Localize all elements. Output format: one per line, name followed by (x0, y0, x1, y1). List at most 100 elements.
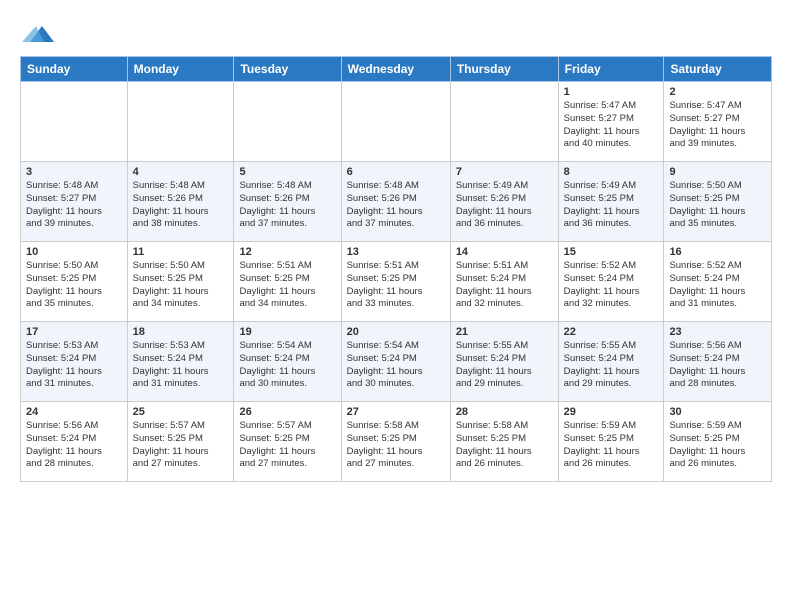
calendar-cell: 1 Sunrise: 5:47 AM Sunset: 5:27 PM Daylig… (558, 82, 664, 162)
calendar-cell: 9 Sunrise: 5:50 AM Sunset: 5:25 PM Daylig… (664, 162, 772, 242)
day-info: Sunrise: 5:48 AM Sunset: 5:26 PM Dayligh… (239, 180, 335, 231)
calendar-cell: 14 Sunrise: 5:51 AM Sunset: 5:24 PM Dayli… (450, 242, 558, 322)
day-info: Sunrise: 5:50 AM Sunset: 5:25 PM Dayligh… (26, 260, 122, 311)
calendar-cell: 15 Sunrise: 5:52 AM Sunset: 5:24 PM Dayli… (558, 242, 664, 322)
day-number: 1 (564, 86, 659, 98)
weekday-header: Tuesday (234, 57, 341, 82)
day-number: 18 (133, 326, 229, 338)
day-number: 4 (133, 166, 229, 178)
day-number: 9 (669, 166, 766, 178)
calendar-cell: 23 Sunrise: 5:56 AM Sunset: 5:24 PM Dayli… (664, 322, 772, 402)
calendar-cell: 30 Sunrise: 5:59 AM Sunset: 5:25 PM Dayli… (664, 402, 772, 482)
calendar-cell: 11Sunrise: 5:50 AM Sunset: 5:25 PM Dayli… (127, 242, 234, 322)
day-info: Sunrise: 5:48 AM Sunset: 5:27 PM Dayligh… (26, 180, 122, 231)
day-number: 25 (133, 406, 229, 418)
calendar-cell: 3 Sunrise: 5:48 AM Sunset: 5:27 PM Daylig… (21, 162, 128, 242)
day-info: Sunrise: 5:51 AM Sunset: 5:25 PM Dayligh… (239, 260, 335, 311)
day-info: Sunrise: 5:47 AM Sunset: 5:27 PM Dayligh… (669, 100, 766, 151)
day-number: 21 (456, 326, 553, 338)
calendar-cell: 10 Sunrise: 5:50 AM Sunset: 5:25 PM Dayli… (21, 242, 128, 322)
header (20, 16, 772, 48)
day-info: Sunrise: 5:50 AM Sunset: 5:25 PM Dayligh… (669, 180, 766, 231)
calendar-cell: 29Sunrise: 5:59 AM Sunset: 5:25 PM Dayli… (558, 402, 664, 482)
day-number: 30 (669, 406, 766, 418)
calendar-cell: 6Sunrise: 5:48 AM Sunset: 5:26 PM Daylig… (341, 162, 450, 242)
day-info: Sunrise: 5:55 AM Sunset: 5:24 PM Dayligh… (456, 340, 553, 391)
day-number: 15 (564, 246, 659, 258)
day-info: Sunrise: 5:56 AM Sunset: 5:24 PM Dayligh… (26, 420, 122, 471)
day-number: 22 (564, 326, 659, 338)
weekday-header: Friday (558, 57, 664, 82)
day-info: Sunrise: 5:50 AM Sunset: 5:25 PM Dayligh… (133, 260, 229, 311)
calendar-cell: 19 Sunrise: 5:54 AM Sunset: 5:24 PM Dayli… (234, 322, 341, 402)
calendar-cell: 22 Sunrise: 5:55 AM Sunset: 5:24 PM Dayli… (558, 322, 664, 402)
calendar-cell: 18 Sunrise: 5:53 AM Sunset: 5:24 PM Dayli… (127, 322, 234, 402)
day-info: Sunrise: 5:49 AM Sunset: 5:26 PM Dayligh… (456, 180, 553, 231)
calendar-cell: 16Sunrise: 5:52 AM Sunset: 5:24 PM Dayli… (664, 242, 772, 322)
day-number: 24 (26, 406, 122, 418)
calendar-cell (341, 82, 450, 162)
day-info: Sunrise: 5:56 AM Sunset: 5:24 PM Dayligh… (669, 340, 766, 391)
calendar-cell (234, 82, 341, 162)
day-info: Sunrise: 5:51 AM Sunset: 5:24 PM Dayligh… (456, 260, 553, 311)
calendar-week-row: 3 Sunrise: 5:48 AM Sunset: 5:27 PM Daylig… (21, 162, 772, 242)
day-info: Sunrise: 5:59 AM Sunset: 5:25 PM Dayligh… (669, 420, 766, 471)
calendar-cell: 21 Sunrise: 5:55 AM Sunset: 5:24 PM Dayli… (450, 322, 558, 402)
day-info: Sunrise: 5:54 AM Sunset: 5:24 PM Dayligh… (347, 340, 445, 391)
day-info: Sunrise: 5:57 AM Sunset: 5:25 PM Dayligh… (133, 420, 229, 471)
day-info: Sunrise: 5:58 AM Sunset: 5:25 PM Dayligh… (456, 420, 553, 471)
day-number: 19 (239, 326, 335, 338)
calendar-cell (450, 82, 558, 162)
page: SundayMondayTuesdayWednesdayThursdayFrid… (0, 0, 792, 498)
calendar-cell: 20 Sunrise: 5:54 AM Sunset: 5:24 PM Dayli… (341, 322, 450, 402)
day-info: Sunrise: 5:48 AM Sunset: 5:26 PM Dayligh… (133, 180, 229, 231)
day-number: 3 (26, 166, 122, 178)
day-number: 12 (239, 246, 335, 258)
day-number: 14 (456, 246, 553, 258)
calendar-cell: 5Sunrise: 5:48 AM Sunset: 5:26 PM Daylig… (234, 162, 341, 242)
logo (20, 20, 54, 48)
day-number: 23 (669, 326, 766, 338)
calendar-cell (127, 82, 234, 162)
weekday-header: Sunday (21, 57, 128, 82)
day-number: 27 (347, 406, 445, 418)
weekday-header: Thursday (450, 57, 558, 82)
calendar: SundayMondayTuesdayWednesdayThursdayFrid… (20, 56, 772, 482)
day-info: Sunrise: 5:49 AM Sunset: 5:25 PM Dayligh… (564, 180, 659, 231)
calendar-cell: 27 Sunrise: 5:58 AM Sunset: 5:25 PM Dayli… (341, 402, 450, 482)
logo-icon (22, 20, 54, 48)
calendar-cell: 7 Sunrise: 5:49 AM Sunset: 5:26 PM Daylig… (450, 162, 558, 242)
calendar-header-row: SundayMondayTuesdayWednesdayThursdayFrid… (21, 57, 772, 82)
calendar-week-row: 24 Sunrise: 5:56 AM Sunset: 5:24 PM Dayli… (21, 402, 772, 482)
day-info: Sunrise: 5:52 AM Sunset: 5:24 PM Dayligh… (669, 260, 766, 311)
day-info: Sunrise: 5:47 AM Sunset: 5:27 PM Dayligh… (564, 100, 659, 151)
calendar-week-row: 10 Sunrise: 5:50 AM Sunset: 5:25 PM Dayli… (21, 242, 772, 322)
day-number: 8 (564, 166, 659, 178)
day-number: 28 (456, 406, 553, 418)
calendar-week-row: 17 Sunrise: 5:53 AM Sunset: 5:24 PM Dayli… (21, 322, 772, 402)
day-number: 10 (26, 246, 122, 258)
weekday-header: Wednesday (341, 57, 450, 82)
calendar-cell: 24 Sunrise: 5:56 AM Sunset: 5:24 PM Dayli… (21, 402, 128, 482)
day-info: Sunrise: 5:48 AM Sunset: 5:26 PM Dayligh… (347, 180, 445, 231)
calendar-cell: 8 Sunrise: 5:49 AM Sunset: 5:25 PM Daylig… (558, 162, 664, 242)
day-info: Sunrise: 5:53 AM Sunset: 5:24 PM Dayligh… (133, 340, 229, 391)
day-number: 7 (456, 166, 553, 178)
day-info: Sunrise: 5:52 AM Sunset: 5:24 PM Dayligh… (564, 260, 659, 311)
day-number: 29 (564, 406, 659, 418)
day-info: Sunrise: 5:54 AM Sunset: 5:24 PM Dayligh… (239, 340, 335, 391)
calendar-cell: 17 Sunrise: 5:53 AM Sunset: 5:24 PM Dayli… (21, 322, 128, 402)
day-info: Sunrise: 5:53 AM Sunset: 5:24 PM Dayligh… (26, 340, 122, 391)
calendar-cell: 12 Sunrise: 5:51 AM Sunset: 5:25 PM Dayli… (234, 242, 341, 322)
calendar-cell (21, 82, 128, 162)
day-info: Sunrise: 5:58 AM Sunset: 5:25 PM Dayligh… (347, 420, 445, 471)
calendar-cell: 28 Sunrise: 5:58 AM Sunset: 5:25 PM Dayli… (450, 402, 558, 482)
day-info: Sunrise: 5:57 AM Sunset: 5:25 PM Dayligh… (239, 420, 335, 471)
weekday-header: Saturday (664, 57, 772, 82)
calendar-cell: 2 Sunrise: 5:47 AM Sunset: 5:27 PM Daylig… (664, 82, 772, 162)
calendar-week-row: 1 Sunrise: 5:47 AM Sunset: 5:27 PM Daylig… (21, 82, 772, 162)
day-info: Sunrise: 5:55 AM Sunset: 5:24 PM Dayligh… (564, 340, 659, 391)
day-number: 17 (26, 326, 122, 338)
day-number: 2 (669, 86, 766, 98)
day-number: 20 (347, 326, 445, 338)
